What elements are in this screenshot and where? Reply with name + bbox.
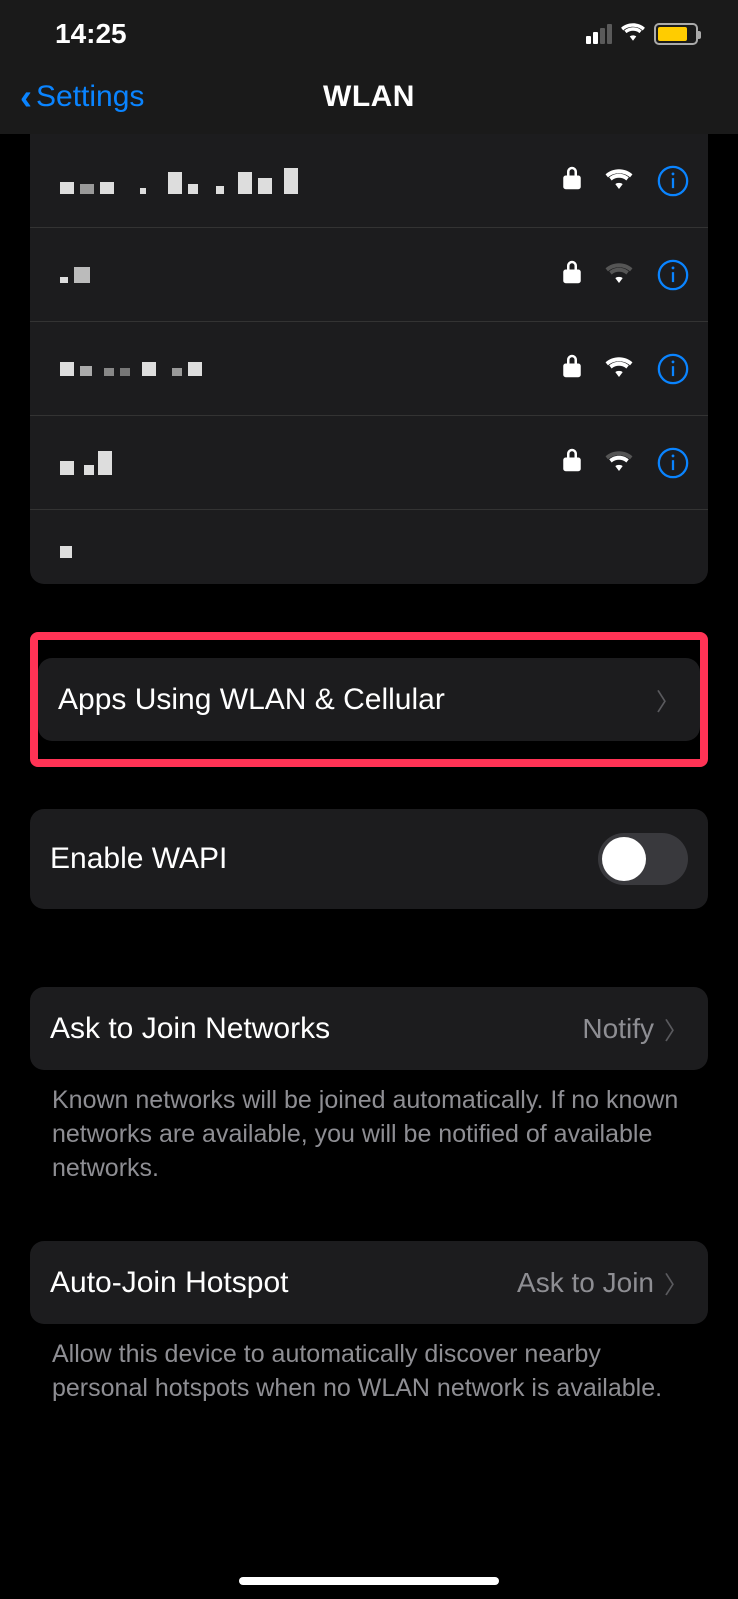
info-icon[interactable] [656, 446, 690, 480]
chevron-right-icon: 〉 [664, 1011, 688, 1046]
chevron-right-icon: 〉 [664, 1265, 688, 1300]
wifi-signal-icon [604, 261, 634, 288]
network-name-redacted [60, 362, 202, 376]
page-title: WLAN [323, 80, 415, 114]
wapi-toggle[interactable] [598, 833, 688, 885]
lock-icon [562, 353, 582, 384]
row-label: Auto-Join Hotspot [50, 1266, 288, 1300]
row-value: Notify [582, 1013, 654, 1045]
status-right [586, 20, 698, 48]
network-row[interactable] [30, 322, 708, 416]
info-icon[interactable] [656, 352, 690, 386]
auto-join-hotspot-footer: Allow this device to automatically disco… [30, 1324, 708, 1406]
info-icon[interactable] [656, 164, 690, 198]
network-name-redacted [60, 168, 298, 194]
network-row[interactable] [30, 510, 708, 584]
network-name-redacted [60, 267, 90, 283]
highlight-annotation: Apps Using WLAN & Cellular 〉 [30, 632, 708, 767]
status-time: 14:25 [55, 18, 127, 50]
back-button[interactable]: ‹ Settings [20, 76, 144, 118]
lock-icon [562, 259, 582, 290]
enable-wapi-row: Enable WAPI [30, 809, 708, 909]
battery-icon [654, 23, 698, 45]
wifi-status-icon [620, 20, 646, 48]
network-name-redacted [60, 546, 72, 558]
lock-icon [562, 447, 582, 478]
status-bar: 14:25 [0, 0, 738, 60]
cellular-signal-icon [586, 24, 612, 44]
network-row[interactable] [30, 228, 708, 322]
network-name-redacted [60, 451, 112, 475]
row-label: Apps Using WLAN & Cellular [58, 683, 445, 717]
apps-using-wlan-row[interactable]: Apps Using WLAN & Cellular 〉 [38, 658, 700, 741]
wifi-signal-icon [604, 449, 634, 476]
lock-icon [562, 165, 582, 196]
nav-bar: ‹ Settings WLAN [0, 60, 738, 134]
chevron-right-icon: 〉 [656, 682, 680, 717]
wifi-signal-icon [604, 355, 634, 382]
info-icon[interactable] [656, 258, 690, 292]
ask-to-join-row[interactable]: Ask to Join Networks Notify 〉 [30, 987, 708, 1070]
wifi-signal-icon [604, 167, 634, 194]
chevron-left-icon: ‹ [20, 76, 32, 118]
network-row[interactable] [30, 416, 708, 510]
row-label: Ask to Join Networks [50, 1012, 330, 1046]
auto-join-hotspot-row[interactable]: Auto-Join Hotspot Ask to Join 〉 [30, 1241, 708, 1324]
home-indicator[interactable] [239, 1577, 499, 1585]
network-row[interactable] [30, 134, 708, 228]
row-value: Ask to Join [517, 1267, 654, 1299]
row-label: Enable WAPI [50, 842, 227, 876]
network-list [30, 134, 708, 584]
back-label: Settings [36, 80, 144, 114]
ask-to-join-footer: Known networks will be joined automatica… [30, 1070, 708, 1185]
